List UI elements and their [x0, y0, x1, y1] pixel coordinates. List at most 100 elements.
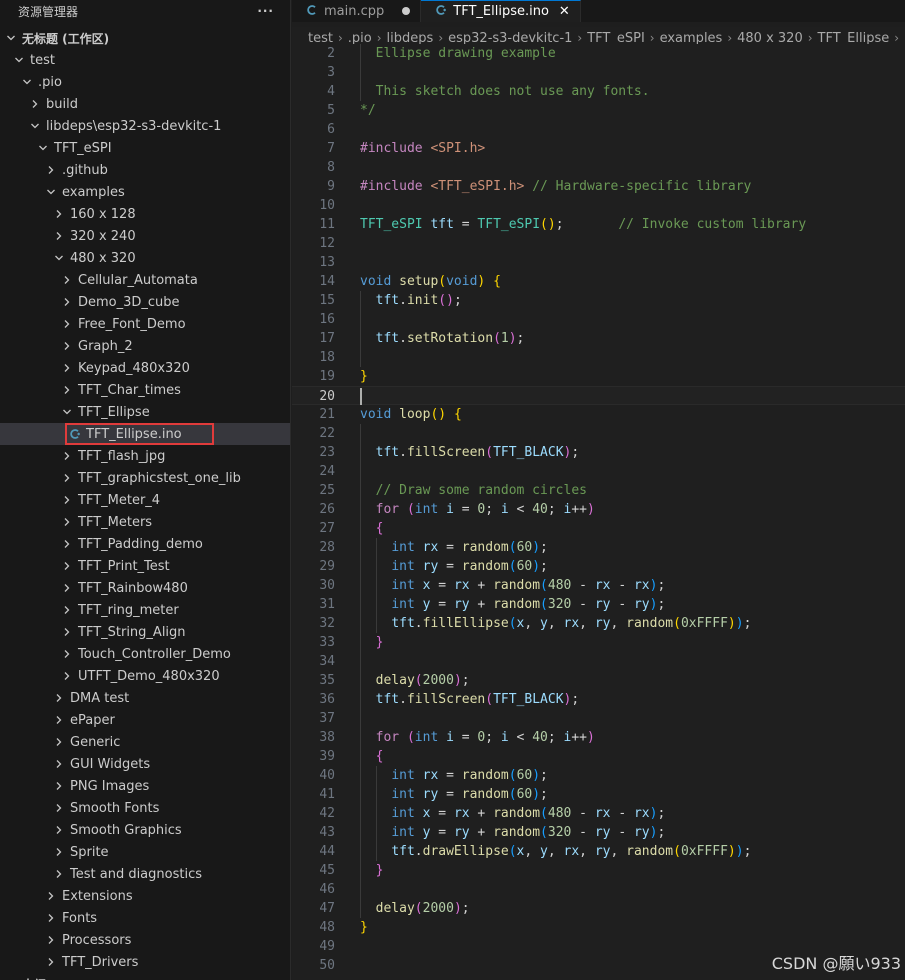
code-line[interactable]: 17 tft.setRotation(1);: [292, 329, 905, 348]
chevron-right-icon[interactable]: [60, 273, 74, 287]
code-line[interactable]: 10: [292, 196, 905, 215]
code-line[interactable]: 19}: [292, 367, 905, 386]
tree-folder-item[interactable]: 大纲: [0, 973, 290, 980]
code-line[interactable]: 7 #include <SPI.h>: [292, 139, 905, 158]
code-line[interactable]: 15 tft.init();: [292, 291, 905, 310]
tree-folder-item[interactable]: Smooth Graphics: [0, 819, 290, 841]
chevron-right-icon[interactable]: [60, 339, 74, 353]
tree-folder-item[interactable]: Sprite: [0, 841, 290, 863]
code-line[interactable]: 38 for (int i = 0; i < 40; i++): [292, 728, 905, 747]
chevron-right-icon[interactable]: [60, 449, 74, 463]
chevron-right-icon[interactable]: [60, 669, 74, 683]
code-line[interactable]: 46: [292, 880, 905, 899]
code-line[interactable]: 25 // Draw some random circles: [292, 481, 905, 500]
tree-folder-item[interactable]: TFT_String_Align: [0, 621, 290, 643]
code-line[interactable]: 37: [292, 709, 905, 728]
code-line[interactable]: 5 */: [292, 101, 905, 120]
close-icon[interactable]: ✕: [559, 4, 570, 19]
code-line[interactable]: 8: [292, 158, 905, 177]
code-line[interactable]: 2 Ellipse drawing example: [292, 44, 905, 63]
code-line[interactable]: 30 int x = rx + random(480 - rx - rx);: [292, 576, 905, 595]
tree-folder-item[interactable]: Fonts: [0, 907, 290, 929]
tree-folder-item[interactable]: TFT_Meters: [0, 511, 290, 533]
chevron-right-icon[interactable]: [52, 229, 66, 243]
tree-folder-item[interactable]: Graph_2: [0, 335, 290, 357]
chevron-right-icon[interactable]: [52, 713, 66, 727]
code-line[interactable]: 4 This sketch does not use any fonts.: [292, 82, 905, 101]
tree-folder-item[interactable]: PNG Images: [0, 775, 290, 797]
tree-folder-item[interactable]: build: [0, 93, 290, 115]
chevron-right-icon[interactable]: [60, 559, 74, 573]
chevron-right-icon[interactable]: [52, 823, 66, 837]
tree-folder-item[interactable]: 320 x 240: [0, 225, 290, 247]
code-line[interactable]: 3: [292, 63, 905, 82]
tree-folder-item[interactable]: Test and diagnostics: [0, 863, 290, 885]
code-line[interactable]: 45 }: [292, 861, 905, 880]
tree-folder-item[interactable]: TFT_graphicstest_one_lib: [0, 467, 290, 489]
tree-folder-item[interactable]: Processors: [0, 929, 290, 951]
chevron-right-icon[interactable]: [60, 647, 74, 661]
chevron-right-icon[interactable]: [60, 361, 74, 375]
chevron-right-icon[interactable]: [52, 845, 66, 859]
tree-folder-item[interactable]: Keypad_480x320: [0, 357, 290, 379]
code-line[interactable]: 20: [292, 386, 905, 405]
tree-folder-item[interactable]: TFT_Meter_4: [0, 489, 290, 511]
editor-tab[interactable]: main.cpp: [292, 0, 422, 22]
chevron-right-icon[interactable]: [52, 757, 66, 771]
chevron-down-icon[interactable]: [4, 31, 18, 45]
tree-folder-item[interactable]: TFT_ring_meter: [0, 599, 290, 621]
chevron-right-icon[interactable]: [60, 317, 74, 331]
tree-folder-item[interactable]: .pio: [0, 71, 290, 93]
chevron-right-icon[interactable]: [60, 383, 74, 397]
chevron-right-icon[interactable]: [52, 691, 66, 705]
chevron-down-icon[interactable]: [60, 405, 74, 419]
chevron-down-icon[interactable]: [20, 75, 34, 89]
tree-folder-item[interactable]: TFT_Padding_demo: [0, 533, 290, 555]
code-line[interactable]: 14 void setup(void) {: [292, 272, 905, 291]
code-line[interactable]: 31 int y = ry + random(320 - ry - ry);: [292, 595, 905, 614]
tree-folder-item[interactable]: Touch_Controller_Demo: [0, 643, 290, 665]
tree-folder-item[interactable]: TFT_flash_jpg: [0, 445, 290, 467]
chevron-right-icon[interactable]: [44, 911, 58, 925]
chevron-down-icon[interactable]: [44, 185, 58, 199]
chevron-right-icon[interactable]: [60, 537, 74, 551]
code-line[interactable]: 35 delay(2000);: [292, 671, 905, 690]
code-line[interactable]: 47 delay(2000);: [292, 899, 905, 918]
tree-folder-item[interactable]: DMA test: [0, 687, 290, 709]
code-line[interactable]: 36 tft.fillScreen(TFT_BLACK);: [292, 690, 905, 709]
code-line[interactable]: 40 int rx = random(60);: [292, 766, 905, 785]
code-line[interactable]: 23 tft.fillScreen(TFT_BLACK);: [292, 443, 905, 462]
code-line[interactable]: 42 int x = rx + random(480 - rx - rx);: [292, 804, 905, 823]
chevron-right-icon[interactable]: [44, 933, 58, 947]
chevron-right-icon[interactable]: [52, 735, 66, 749]
tree-folder-item[interactable]: Extensions: [0, 885, 290, 907]
code-line[interactable]: 18: [292, 348, 905, 367]
chevron-right-icon[interactable]: [44, 889, 58, 903]
tree-folder-item[interactable]: TFT_eSPI: [0, 137, 290, 159]
tree-folder-item[interactable]: TFT_Char_times: [0, 379, 290, 401]
tree-folder-item[interactable]: TFT_Rainbow480: [0, 577, 290, 599]
tree-folder-item[interactable]: examples: [0, 181, 290, 203]
code-line[interactable]: 24: [292, 462, 905, 481]
tree-folder-item[interactable]: Cellular_Automata: [0, 269, 290, 291]
code-line[interactable]: 13: [292, 253, 905, 272]
tree-folder-item[interactable]: Demo_3D_cube: [0, 291, 290, 313]
chevron-right-icon[interactable]: [60, 603, 74, 617]
chevron-right-icon[interactable]: [60, 493, 74, 507]
code-line[interactable]: 27 {: [292, 519, 905, 538]
chevron-right-icon[interactable]: [60, 471, 74, 485]
chevron-right-icon[interactable]: [60, 581, 74, 595]
code-line[interactable]: 33 }: [292, 633, 905, 652]
code-line[interactable]: 9 #include <TFT_eSPI.h> // Hardware-speci…: [292, 177, 905, 196]
tree-folder-item[interactable]: 480 x 320: [0, 247, 290, 269]
tree-folder-item[interactable]: ePaper: [0, 709, 290, 731]
more-actions-icon[interactable]: ···: [257, 4, 274, 18]
chevron-right-icon[interactable]: [52, 207, 66, 221]
tree-folder-item[interactable]: TFT_Print_Test: [0, 555, 290, 577]
tree-folder-item[interactable]: Smooth Fonts: [0, 797, 290, 819]
chevron-right-icon[interactable]: [52, 867, 66, 881]
code-line[interactable]: 21 void loop() {: [292, 405, 905, 424]
code-line[interactable]: 34: [292, 652, 905, 671]
code-line[interactable]: 48}: [292, 918, 905, 937]
chevron-right-icon[interactable]: [44, 163, 58, 177]
